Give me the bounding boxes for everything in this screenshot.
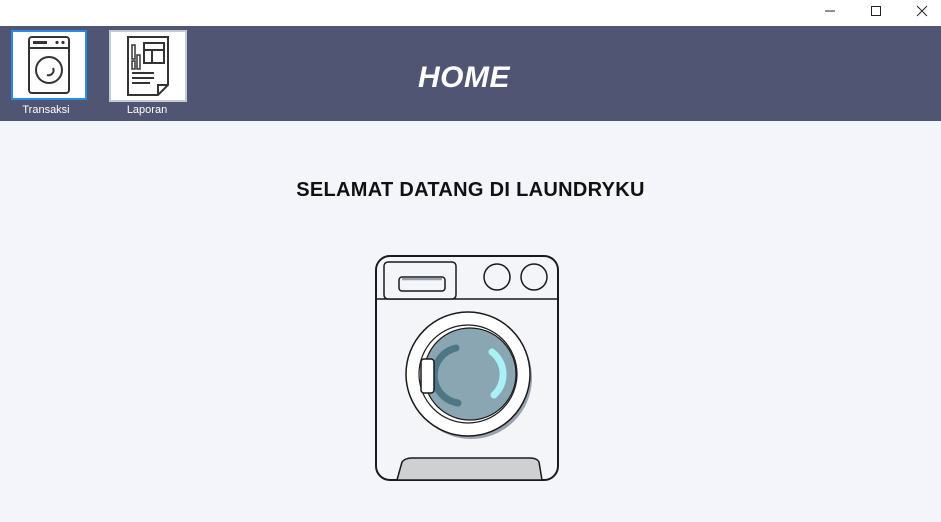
welcome-heading: SELAMAT DATANG DI LAUNDRYKU bbox=[296, 179, 645, 201]
window-titlebar bbox=[0, 0, 941, 26]
close-icon bbox=[916, 5, 928, 17]
close-button[interactable] bbox=[899, 0, 941, 22]
page-title: HOME bbox=[418, 61, 510, 94]
maximize-button[interactable] bbox=[853, 0, 899, 22]
nav-label-laporan: Laporan bbox=[126, 104, 168, 116]
header-bar: Transaksi Laporan HOME bbox=[0, 26, 941, 121]
minimize-icon bbox=[825, 10, 835, 12]
nav-label-transaksi: Transaksi bbox=[22, 104, 70, 116]
minimize-button[interactable] bbox=[807, 0, 853, 22]
main-content: SELAMAT DATANG DI LAUNDRYKU bbox=[0, 121, 941, 522]
washing-machine-illustration bbox=[375, 255, 559, 481]
maximize-icon bbox=[871, 6, 881, 16]
